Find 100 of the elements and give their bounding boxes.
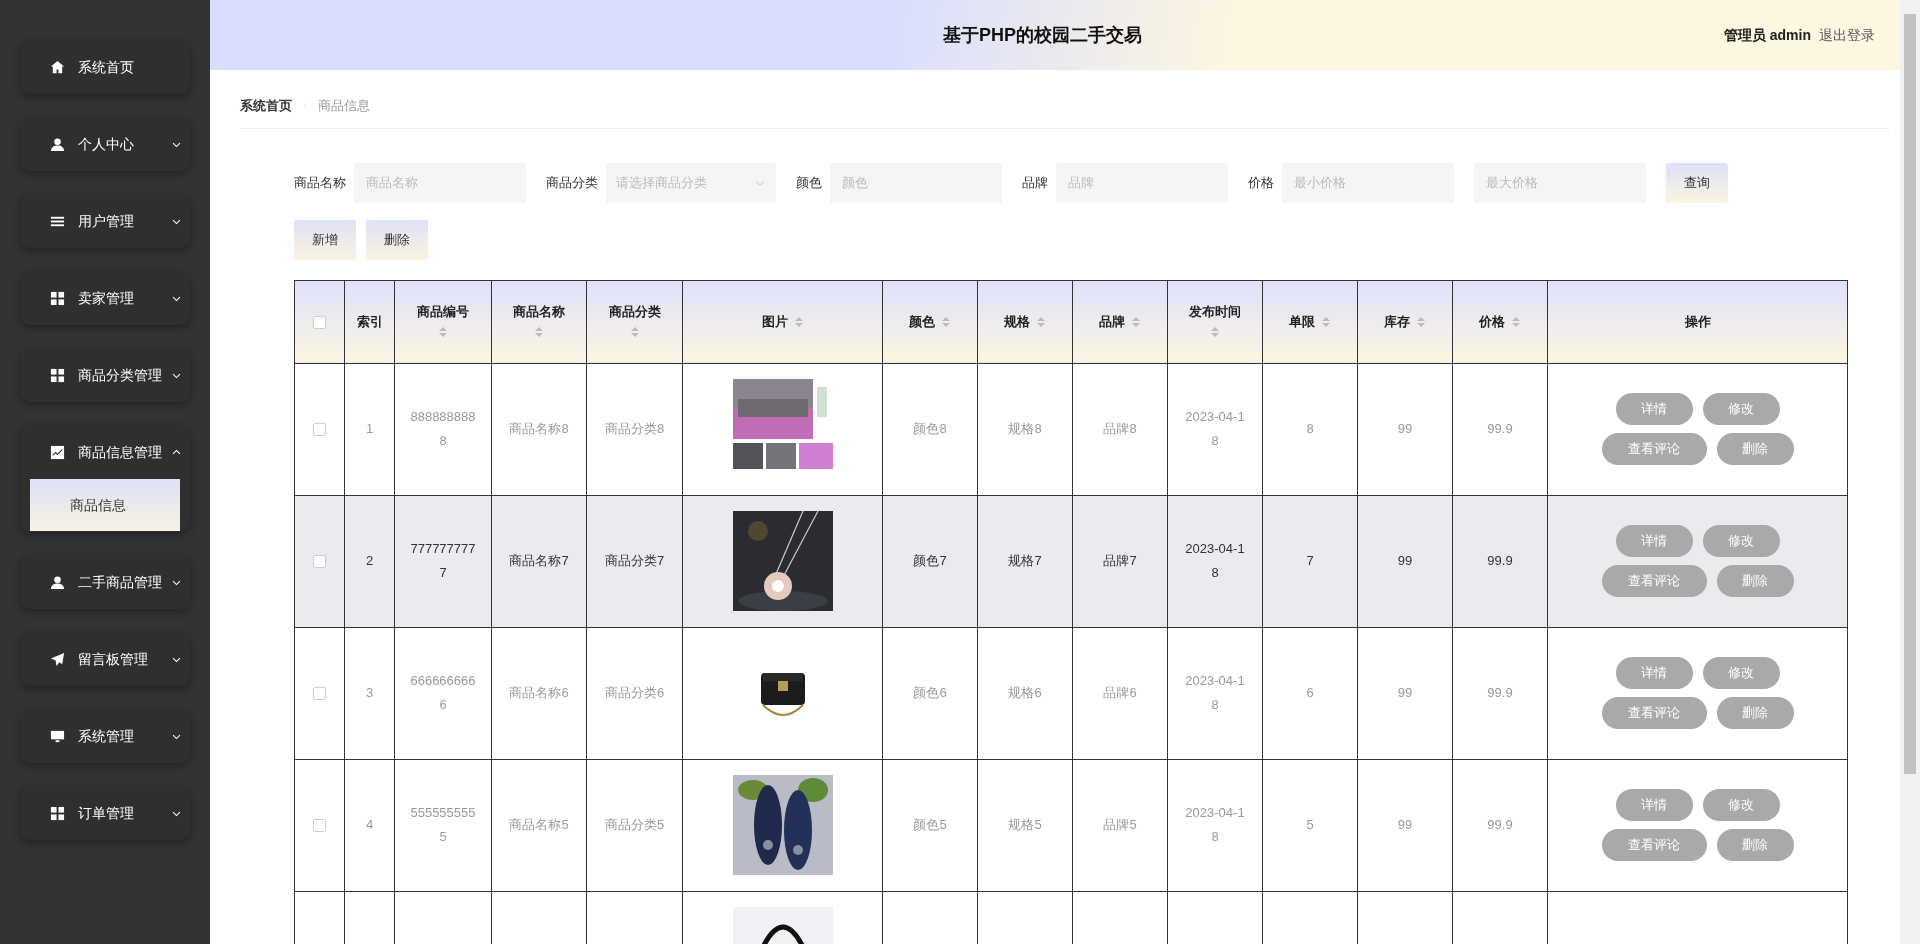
column-header[interactable]: 商品分类 — [608, 304, 661, 319]
table-cell: 7 — [1306, 553, 1314, 568]
user-icon — [50, 574, 65, 590]
table-cell: 品牌7 — [1103, 553, 1137, 568]
table-cell: 规格7 — [1008, 553, 1042, 568]
table-cell: 品牌6 — [1103, 685, 1137, 700]
menu-label: 系统管理 — [78, 726, 135, 746]
page-title: 基于PHP的校园二手交易 — [943, 23, 1142, 47]
row-index: 1 — [365, 421, 374, 436]
table-cell: 99 — [1397, 421, 1413, 436]
action-button[interactable]: 删除 — [366, 219, 428, 260]
table-cell: 99 — [1397, 685, 1413, 700]
menu-label: 订单管理 — [78, 803, 135, 823]
menu-item[interactable]: 个人中心 — [20, 117, 190, 171]
menu-label: 留言板管理 — [78, 649, 149, 669]
menu-label: 用户管理 — [78, 211, 135, 231]
table-cell: 2023-04-18 — [1185, 805, 1245, 844]
scrollbar[interactable] — [1900, 0, 1920, 944]
table-cell: 99.9 — [1487, 817, 1513, 832]
row-index: 3 — [365, 685, 374, 700]
column-header[interactable]: 索引 — [356, 313, 383, 329]
column-header[interactable]: 价格 — [1479, 313, 1505, 329]
menu-label: 系统首页 — [78, 57, 135, 77]
chart-icon — [50, 444, 65, 460]
menu-item[interactable]: 系统首页 — [20, 40, 190, 94]
table-cell: 颜色8 — [913, 421, 947, 436]
grid-icon — [50, 290, 65, 306]
user-icon — [50, 136, 65, 152]
table-cell: 商品名称5 — [509, 817, 569, 832]
menu-item[interactable]: 留言板管理 — [20, 632, 190, 686]
column-header[interactable]: 颜色 — [909, 313, 935, 329]
menu-item[interactable]: 商品信息管理 商品信息 — [20, 425, 190, 532]
table-cell: 商品分类5 — [604, 817, 665, 832]
grid-icon — [50, 805, 65, 821]
table-cell: 商品名称7 — [509, 553, 569, 568]
field-label: 颜色 — [796, 173, 822, 192]
menu-label: 卖家管理 — [78, 288, 135, 308]
user-name: 管理员 admin — [1723, 25, 1811, 45]
menu-label: 商品分类管理 — [78, 365, 163, 385]
grid-icon — [50, 367, 65, 383]
table-cell: 99 — [1397, 553, 1413, 568]
menu-item[interactable]: 系统管理 — [20, 709, 190, 763]
submenu-item[interactable]: 商品信息 — [30, 479, 180, 531]
menu-label: 商品信息管理 — [78, 442, 163, 462]
table-cell: 商品分类8 — [604, 421, 665, 436]
action-button[interactable]: 新增 — [294, 219, 356, 260]
menu-item[interactable]: 商品分类管理 — [20, 348, 190, 402]
search-button[interactable]: 查询 — [1666, 162, 1728, 203]
table-cell: 99.9 — [1487, 553, 1513, 568]
menu-item[interactable]: 订单管理 — [20, 786, 190, 840]
table-cell: 品牌5 — [1103, 817, 1137, 832]
field-label: 价格 — [1248, 173, 1274, 192]
menu-item[interactable]: 用户管理 — [20, 194, 190, 248]
table-cell: 商品名称8 — [509, 421, 569, 436]
menu-label: 个人中心 — [78, 134, 135, 154]
column-header[interactable]: 品牌 — [1099, 313, 1125, 329]
menu-item[interactable]: 二手商品管理 — [20, 555, 190, 609]
table-cell: 99.9 — [1487, 685, 1513, 700]
column-header[interactable]: 单限 — [1289, 313, 1315, 329]
checkbox[interactable] — [313, 687, 326, 701]
checkbox[interactable] — [313, 819, 326, 833]
table-cell: 6 — [1306, 685, 1314, 700]
column-header[interactable]: 发布时间 — [1189, 304, 1241, 319]
table-cell: 99.9 — [1487, 421, 1513, 436]
table-cell: 8888888888 — [410, 409, 476, 448]
table-cell: 2023-04-18 — [1185, 409, 1245, 448]
menu-item[interactable]: 卖家管理 — [20, 271, 190, 325]
monitor-icon — [50, 728, 65, 744]
table-cell: 8 — [1306, 421, 1314, 436]
breadcrumb-link[interactable]: 系统首页 — [240, 96, 292, 116]
table-cell: 5 — [1306, 817, 1314, 832]
column-header[interactable]: 库存 — [1384, 313, 1410, 329]
menu-label: 二手商品管理 — [78, 572, 163, 592]
table-cell: 商品分类6 — [604, 685, 665, 700]
table-cell: 规格8 — [1008, 421, 1042, 436]
table-cell: 商品分类7 — [604, 553, 665, 568]
row-index: 4 — [365, 817, 374, 832]
column-header[interactable]: 操作 — [1684, 313, 1711, 329]
table-cell: 规格5 — [1008, 817, 1042, 832]
field-label: 品牌 — [1022, 173, 1048, 192]
table-cell: 颜色5 — [913, 817, 947, 832]
checkbox[interactable] — [313, 423, 326, 437]
field-label: 商品名称 — [294, 173, 346, 192]
table-cell: 6666666666 — [410, 673, 476, 712]
column-header[interactable]: 图片 — [761, 313, 788, 329]
table-cell: 规格6 — [1008, 685, 1042, 700]
row-index: 2 — [365, 553, 374, 568]
column-header[interactable]: 商品编号 — [417, 304, 469, 319]
table-cell: 商品名称6 — [509, 685, 569, 700]
column-header[interactable]: 商品名称 — [513, 304, 565, 319]
table-cell: 5555555555 — [410, 805, 476, 844]
checkbox[interactable] — [313, 315, 326, 329]
table-cell: 品牌8 — [1103, 421, 1137, 436]
table-cell: 7777777777 — [410, 541, 476, 580]
logout-link[interactable]: 退出登录 — [1819, 24, 1875, 46]
home-icon — [50, 59, 65, 75]
table-cell: 2023-04-18 — [1185, 541, 1245, 580]
checkbox[interactable] — [313, 555, 326, 569]
column-header[interactable]: 规格 — [1004, 313, 1030, 329]
paper-plane-icon — [50, 651, 65, 667]
